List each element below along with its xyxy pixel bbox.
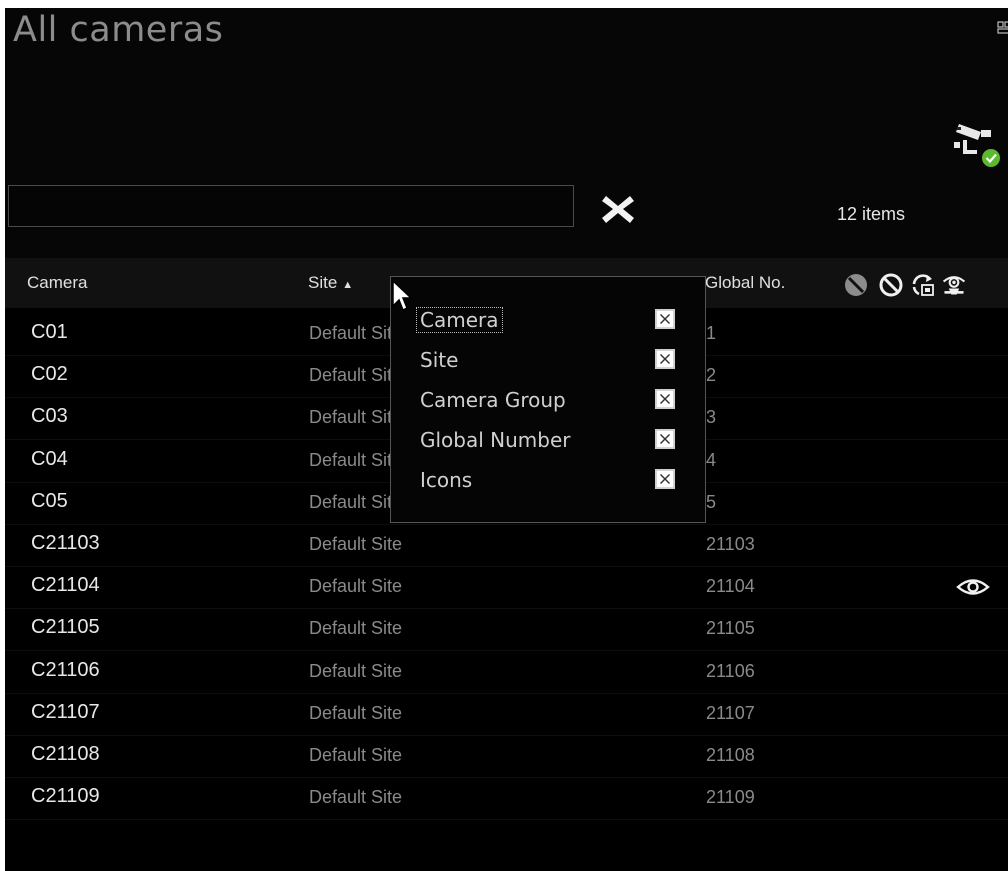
- camera-name-cell: C02: [31, 363, 68, 386]
- column-visible-checkbox[interactable]: [655, 349, 675, 369]
- site-cell: Default Site: [309, 787, 403, 808]
- sort-ascending-icon: ▲: [342, 279, 354, 291]
- eye-icon: [956, 579, 990, 595]
- clear-search-button[interactable]: [599, 191, 637, 227]
- global-number-cell: 21108: [706, 745, 755, 765]
- column-chooser-popup: Camera Site Camera Group Global Number Icons: [390, 276, 706, 523]
- column-chooser-label: Camera: [416, 307, 503, 333]
- patrol-icon[interactable]: [910, 272, 936, 298]
- column-chooser-item[interactable]: Global Number: [411, 422, 701, 456]
- camera-name-cell: C21109: [31, 785, 100, 808]
- camera-name-cell: C01: [31, 321, 68, 343]
- camera-name-cell: C21103: [31, 532, 100, 554]
- column-chooser-label: Camera Group: [420, 388, 566, 412]
- column-chooser-label: Icons: [420, 468, 473, 492]
- site-cell: Default Site: [309, 702, 403, 723]
- camera-name-cell: C21105: [31, 616, 100, 639]
- privacy-icon[interactable]: [941, 272, 967, 298]
- camera-name-cell: C05: [31, 489, 68, 512]
- site-cell: Default Site: [309, 323, 403, 343]
- window-layout-icon[interactable]: [997, 20, 1008, 34]
- site-cell: Default Site: [309, 491, 403, 512]
- disabled-icon[interactable]: [843, 272, 869, 298]
- column-header-global-number[interactable]: Global No.: [705, 273, 785, 293]
- global-number-cell: 21105: [706, 618, 755, 639]
- search-input[interactable]: [8, 185, 574, 227]
- table-row[interactable]: C21109 Default Site 21109: [5, 777, 1008, 821]
- column-visible-checkbox[interactable]: [655, 429, 675, 449]
- page-title: All cameras: [13, 10, 224, 50]
- table-row[interactable]: C21106 Default Site 21106: [5, 651, 1008, 694]
- column-chooser-item[interactable]: Camera: [411, 302, 701, 336]
- camera-name-cell: C21104: [31, 574, 100, 597]
- global-number-cell: 3: [706, 407, 717, 428]
- column-header-global-number-label: Global No.: [705, 273, 786, 292]
- global-number-cell: 4: [706, 449, 717, 470]
- column-chooser-item[interactable]: Site: [411, 342, 701, 376]
- items-count: 12 items: [837, 204, 906, 224]
- column-chooser-item[interactable]: Camera Group: [411, 382, 701, 416]
- column-visible-checkbox[interactable]: [655, 389, 675, 409]
- site-cell: Default Site: [309, 660, 403, 681]
- global-number-cell: 21107: [706, 702, 755, 723]
- column-visible-checkbox[interactable]: [655, 309, 675, 329]
- column-header-camera[interactable]: Camera: [27, 273, 87, 293]
- blocked-icon[interactable]: [878, 272, 904, 298]
- column-header-camera-label: Camera: [27, 273, 88, 292]
- site-cell: Default Site: [309, 365, 403, 386]
- site-cell: Default Site: [309, 449, 403, 470]
- camera-name-cell: C21108: [31, 743, 100, 765]
- camera-status-icon: [954, 124, 1000, 167]
- column-chooser-label: Global Number: [420, 428, 571, 452]
- site-cell: Default Site: [309, 618, 403, 639]
- table-row[interactable]: C21105 Default Site 21105: [5, 608, 1008, 652]
- camera-name-cell: C04: [31, 447, 68, 470]
- global-number-cell: 2: [706, 365, 717, 386]
- table-row[interactable]: C21104 Default Site 21104: [5, 566, 1008, 610]
- site-cell: Default Site: [309, 534, 403, 554]
- global-number-cell: 1: [706, 323, 717, 343]
- global-number-cell: 21103: [706, 534, 755, 554]
- all-cameras-window: All cameras 12 items Camera Site ▲ Global…: [5, 8, 1008, 871]
- site-cell: Default Site: [309, 745, 403, 765]
- column-header-site[interactable]: Site ▲: [308, 273, 353, 293]
- global-number-cell: 21109: [706, 787, 755, 808]
- column-chooser-item[interactable]: Icons: [411, 462, 701, 496]
- table-row[interactable]: C21108 Default Site 21108: [5, 735, 1008, 778]
- column-visible-checkbox[interactable]: [655, 469, 675, 489]
- table-row[interactable]: C21107 Default Site 21107: [5, 693, 1008, 736]
- camera-name-cell: C21107: [31, 700, 100, 723]
- global-number-cell: 21104: [706, 576, 755, 597]
- table-row[interactable]: C21103 Default Site 21103: [5, 524, 1008, 567]
- global-number-cell: 5: [706, 491, 717, 512]
- column-header-site-label: Site: [308, 273, 338, 292]
- site-cell: Default Site: [309, 576, 403, 597]
- mouse-cursor: [392, 279, 413, 312]
- camera-name-cell: C03: [31, 405, 68, 428]
- column-chooser-label: Site: [420, 348, 459, 372]
- camera-name-cell: C21106: [31, 658, 100, 681]
- global-number-cell: 21106: [706, 660, 755, 681]
- site-cell: Default Site: [309, 407, 403, 428]
